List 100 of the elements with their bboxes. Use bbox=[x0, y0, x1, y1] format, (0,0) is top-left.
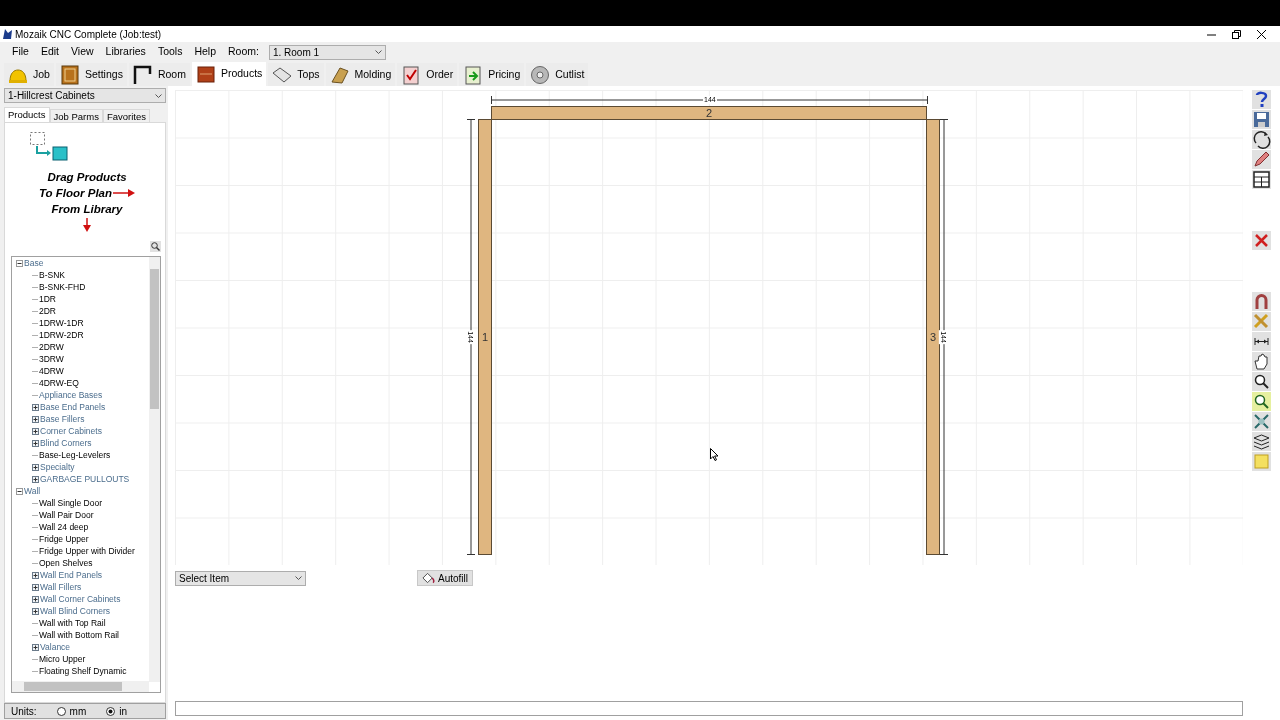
tree-item[interactable]: B-SNK bbox=[39, 268, 65, 282]
toolbar-tab[interactable]: Pricing bbox=[459, 63, 525, 86]
expand-icon[interactable] bbox=[32, 643, 39, 651]
tree-item[interactable]: GARBAGE PULLOUTS bbox=[40, 472, 130, 486]
tree-item[interactable]: Open Shelves bbox=[39, 556, 93, 570]
grid-icon[interactable] bbox=[1252, 170, 1271, 189]
unit-radio[interactable]: mm bbox=[56, 703, 87, 719]
expand-icon[interactable] bbox=[32, 427, 39, 435]
cabinet-panel[interactable]: 2 bbox=[491, 106, 927, 120]
expand-icon[interactable] bbox=[32, 595, 39, 603]
tree-item[interactable]: 1DR bbox=[39, 292, 56, 306]
cabinet-panel[interactable]: 3 bbox=[926, 119, 940, 555]
tree-item[interactable]: Wall Fillers bbox=[40, 580, 82, 594]
tree-item[interactable]: Wall End Panels bbox=[40, 568, 103, 582]
clipboard-icon bbox=[401, 64, 422, 85]
tree-item[interactable]: Wall Single Door bbox=[39, 496, 102, 510]
tree-item[interactable]: Wall with Top Rail bbox=[39, 616, 106, 630]
toolbar-tab[interactable]: Job bbox=[4, 63, 54, 86]
tree-item[interactable]: 4DRW-EQ bbox=[39, 376, 79, 390]
menu-item[interactable]: View bbox=[65, 44, 100, 60]
zoom-icon[interactable] bbox=[1252, 372, 1271, 391]
library-dropdown[interactable]: 1-Hillcrest Cabinets bbox=[4, 88, 166, 103]
tree-item[interactable]: Corner Cabinets bbox=[40, 424, 102, 438]
vertical-scrollbar[interactable] bbox=[149, 257, 160, 682]
tree-item[interactable]: Wall Corner Cabinets bbox=[40, 592, 121, 606]
tree-item[interactable]: Fridge Upper with Divider bbox=[39, 544, 135, 558]
rotate-icon[interactable] bbox=[1252, 130, 1271, 149]
panel-tab[interactable]: Products bbox=[4, 107, 50, 122]
tree-item[interactable]: 2DRW bbox=[39, 340, 64, 354]
toolbar-tab[interactable]: Molding bbox=[325, 63, 396, 86]
tree-item[interactable]: Micro Upper bbox=[39, 652, 86, 666]
toolbar-tab[interactable]: Order bbox=[397, 63, 458, 86]
tree-item[interactable]: 1DRW-2DR bbox=[39, 328, 84, 342]
expand-icon[interactable] bbox=[32, 475, 39, 483]
tree-item[interactable]: Specialty bbox=[40, 460, 75, 474]
toolbar-tab[interactable]: Products bbox=[191, 62, 267, 86]
fit-icon[interactable] bbox=[1252, 412, 1271, 431]
save-icon[interactable] bbox=[1252, 110, 1271, 129]
tree-item[interactable]: Wall Blind Corners bbox=[40, 604, 111, 618]
units-label: Units: bbox=[11, 704, 37, 719]
item-dropdown[interactable]: Select Item bbox=[175, 570, 306, 586]
pencil-icon[interactable] bbox=[1252, 150, 1271, 169]
tree-item[interactable]: Blind Corners bbox=[40, 436, 92, 450]
tree-item[interactable]: Base Fillers bbox=[40, 412, 85, 426]
expand-icon[interactable] bbox=[32, 583, 39, 591]
tree-item[interactable]: Wall with Bottom Rail bbox=[39, 628, 119, 642]
menu-item[interactable]: Edit bbox=[34, 44, 65, 60]
expand-icon[interactable] bbox=[32, 463, 39, 471]
expand-icon[interactable] bbox=[32, 571, 39, 579]
zoom-icon[interactable] bbox=[1252, 392, 1271, 411]
tree-item[interactable]: Wall 24 deep bbox=[39, 520, 89, 534]
tree-item[interactable]: Fridge Upper bbox=[39, 532, 89, 546]
panel-tab[interactable]: Favorites bbox=[102, 109, 150, 122]
tree-item[interactable]: 1DRW-1DR bbox=[39, 316, 84, 330]
collapse-icon[interactable] bbox=[16, 487, 23, 495]
hint-text: From Library bbox=[51, 202, 123, 217]
tree-item[interactable]: Floating Shelf Dynamic bbox=[39, 664, 127, 678]
hint-text: Drag Products bbox=[47, 170, 127, 185]
expand-icon[interactable] bbox=[32, 439, 39, 447]
tree-item[interactable]: 3DRW bbox=[39, 352, 64, 366]
search-icon[interactable] bbox=[150, 241, 161, 252]
cabinet-icon bbox=[195, 64, 216, 84]
restore-icon[interactable] bbox=[1232, 29, 1241, 39]
tree-item[interactable]: Base End Panels bbox=[40, 400, 106, 414]
arrow-down-icon bbox=[83, 218, 91, 232]
horizontal-scrollbar[interactable] bbox=[12, 681, 149, 692]
app-logo-icon bbox=[3, 29, 12, 39]
saw-blade-icon bbox=[530, 64, 551, 85]
menu-item[interactable]: Help bbox=[188, 44, 222, 60]
expand-icon[interactable] bbox=[32, 415, 39, 423]
autofill-button[interactable]: Autofill bbox=[417, 570, 473, 586]
expand-icon[interactable] bbox=[32, 607, 39, 615]
tree-item[interactable]: Base-Leg-Levelers bbox=[39, 448, 111, 462]
tree-item[interactable]: Wall Pair Door bbox=[39, 508, 94, 522]
collapse-icon[interactable] bbox=[16, 259, 23, 267]
tree-item[interactable]: 2DR bbox=[39, 304, 56, 318]
toolbar-tab[interactable]: Room bbox=[128, 63, 190, 86]
toolbar-tab[interactable]: Cutlist bbox=[526, 63, 589, 86]
expand-icon[interactable] bbox=[32, 403, 39, 411]
toolbar-tab[interactable]: Settings bbox=[55, 63, 127, 86]
cabinet-panel[interactable]: 1 bbox=[478, 119, 492, 555]
tree-item[interactable]: B-SNK-FHD bbox=[39, 280, 86, 294]
radio-icon bbox=[56, 706, 66, 716]
tree-item[interactable]: Base bbox=[24, 257, 44, 270]
hand-icon[interactable] bbox=[1252, 352, 1271, 371]
tree-item[interactable]: Valance bbox=[40, 640, 71, 654]
unit-radio[interactable]: in bbox=[106, 703, 128, 719]
panel-tab[interactable]: Job Parms bbox=[49, 109, 103, 122]
toolbar-tab[interactable]: Tops bbox=[268, 63, 324, 86]
layers-icon[interactable] bbox=[1252, 432, 1271, 451]
caret-icon bbox=[155, 93, 162, 98]
tree-item[interactable]: Appliance Bases bbox=[39, 388, 103, 402]
menu-item[interactable]: File bbox=[6, 44, 35, 60]
tree-item[interactable]: Wall bbox=[24, 484, 41, 498]
tree-item[interactable]: 4DRW bbox=[39, 364, 64, 378]
menu-item[interactable]: Libraries bbox=[99, 44, 152, 60]
menu-item[interactable]: Tools bbox=[151, 44, 189, 60]
radio-icon bbox=[106, 706, 116, 716]
close-icon[interactable] bbox=[1257, 29, 1266, 39]
room-dropdown[interactable]: 1. Room 1 bbox=[268, 44, 386, 60]
